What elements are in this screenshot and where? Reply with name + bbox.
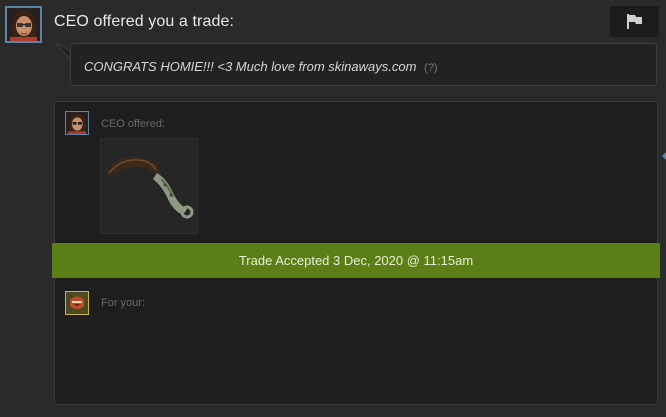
user-avatar-icon[interactable] <box>5 6 42 43</box>
trade-offer-page: CEO offered you a trade: CONGRATS HOMIE!… <box>0 0 666 417</box>
trade-message: CONGRATS HOMIE!!! <3 Much love from skin… <box>70 43 657 86</box>
report-button[interactable] <box>610 6 659 37</box>
page-title: CEO offered you a trade: <box>54 13 234 30</box>
partner-avatar-icon[interactable] <box>65 111 89 135</box>
message-body: CONGRATS HOMIE!!! <3 Much love from skin… <box>84 59 417 74</box>
their-offer-label: CEO offered: <box>101 118 165 130</box>
karambit-knife-icon <box>106 156 194 219</box>
your-avatar-icon[interactable] <box>65 291 89 315</box>
trade-item-slot[interactable] <box>100 138 198 234</box>
your-offer-label: For your: <box>101 297 146 309</box>
trade-status-banner: Trade Accepted 3 Dec, 2020 @ 11:15am <box>52 243 660 278</box>
message-text: CONGRATS HOMIE!!! <3 Much love from skin… <box>84 59 438 74</box>
flag-icon <box>627 14 642 29</box>
scroll-indicator-icon <box>662 152 666 160</box>
help-link[interactable]: (?) <box>424 62 437 74</box>
